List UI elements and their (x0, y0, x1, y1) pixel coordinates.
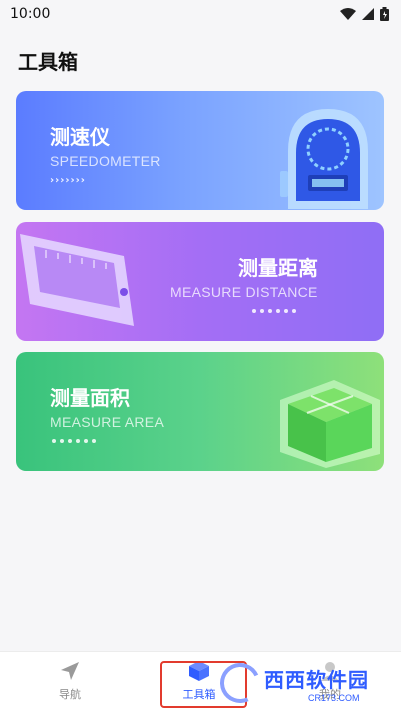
navigation-arrow-icon (61, 662, 79, 680)
page-title: 工具箱 (18, 50, 78, 74)
card-title: 测量距离 (238, 256, 318, 280)
measure-distance-card[interactable]: 测量距离 MEASURE DISTANCE (16, 222, 384, 341)
page-dots (52, 439, 96, 443)
ruler-icon (20, 234, 134, 326)
signal-icon (362, 8, 374, 20)
speedometer-icon (280, 109, 368, 209)
watermark-url: CR173.COM (308, 692, 360, 703)
card-title: 测量面积 (50, 386, 130, 410)
status-bar: 10:00 (0, 0, 401, 28)
speedometer-card[interactable]: 测速仪 SPEEDOMETER › › › › › › › (16, 91, 384, 210)
watermark-logo: 西西软件园 CR173.COM (214, 657, 390, 709)
card-subtitle: MEASURE AREA (50, 414, 165, 430)
cube-icon (280, 380, 380, 468)
card-subtitle: SPEEDOMETER (50, 153, 161, 169)
card-title: 测速仪 (50, 125, 110, 149)
wifi-icon (340, 8, 356, 20)
status-icons (340, 7, 389, 21)
page-dots (252, 309, 296, 313)
battery-icon (380, 7, 389, 21)
nav-label: 导航 (59, 688, 81, 701)
card-subtitle: MEASURE DISTANCE (170, 284, 318, 300)
nav-item-navigation[interactable]: 导航 (30, 660, 110, 702)
watermark-c-icon (214, 657, 266, 709)
status-time: 10:00 (10, 6, 51, 22)
watermark-text: 西西软件园 (264, 667, 369, 692)
chevrons-icon: › › › › › › › (50, 175, 85, 186)
measure-area-card[interactable]: 测量面积 MEASURE AREA (16, 352, 384, 471)
